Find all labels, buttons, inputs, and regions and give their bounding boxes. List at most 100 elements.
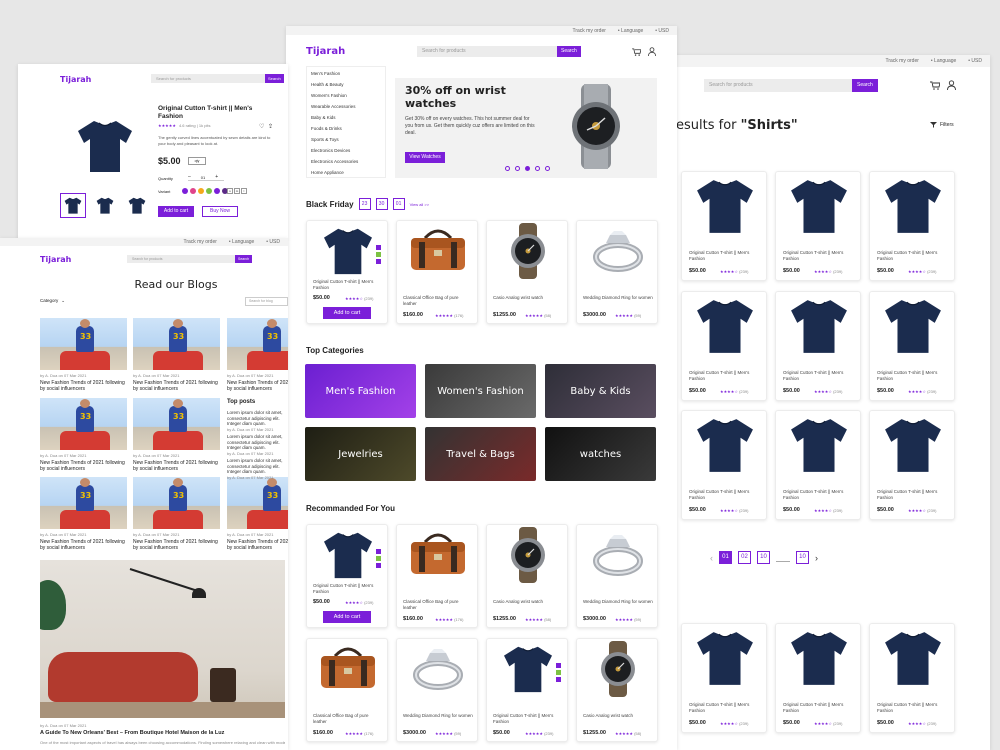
result-card[interactable]: Original Cutton T-shirt || Men's Fashion… [869, 623, 955, 733]
product-card[interactable]: Classical Office Bag of pure leather $160… [396, 524, 478, 628]
result-card[interactable]: Original Cutton T-shirt || Men's Fashion… [681, 171, 767, 281]
search-input[interactable]: Search for products [417, 46, 557, 57]
pd-price-select[interactable]: qty [188, 157, 206, 165]
language-select[interactable]: • Language [229, 239, 254, 245]
product-card[interactable]: Wedding Diamond Ring for women $3000.00 ★★… [576, 524, 658, 628]
blog-title-link[interactable]: New Fashion Trends of 2021 following by … [133, 539, 220, 551]
product-card[interactable]: Original Cutton T-shirt || Men's Fashion… [486, 638, 568, 742]
sidebar-item[interactable]: Electronics Devices [311, 148, 350, 153]
track-order-link[interactable]: Track my order [183, 239, 216, 245]
blog-card[interactable]: 33 by A. Dua on 07 Mar 2021 New Fashion Tr… [227, 477, 288, 551]
blog-title-link[interactable]: New Fashion Trends of 2021 following by … [133, 460, 220, 472]
thumbnail-active[interactable] [60, 193, 86, 218]
product-card[interactable]: Original Cutton T-shirt || Men's Fashion… [306, 220, 388, 324]
sidebar-item[interactable]: Men's Fashion [311, 71, 340, 76]
product-card[interactable]: Wedding Diamond Ring for women $3000.00 ★★… [576, 220, 658, 324]
page-1[interactable]: 01 [719, 551, 732, 564]
top-post-item[interactable]: Lorem ipsum dolor sit amet, consectetur … [227, 434, 287, 456]
color-swatch[interactable] [376, 259, 381, 264]
currency-select[interactable]: • USD [655, 28, 669, 34]
sidebar-item[interactable]: Wearable Accessories [311, 104, 355, 109]
filters-button[interactable]: Filters [930, 122, 954, 128]
view-all-link[interactable]: View all >> [410, 202, 430, 207]
user-icon[interactable] [648, 47, 656, 56]
track-order-link[interactable]: Track my order [885, 58, 918, 64]
language-select[interactable]: • Language [931, 58, 956, 64]
sidebar-item[interactable]: Health & Beauty [311, 82, 344, 87]
quantity-plus-button[interactable]: + [215, 174, 218, 180]
search-input[interactable]: Search for products [704, 79, 852, 92]
result-card[interactable]: Original Cutton T-shirt || Men's Fashion… [681, 291, 767, 401]
color-swatch[interactable] [556, 663, 561, 668]
result-card[interactable]: Original Cutton T-shirt || Men's Fashion… [681, 623, 767, 733]
sidebar-item[interactable]: Electronics Accessories [311, 159, 358, 164]
sidebar-item[interactable]: Foods & Drinks [311, 126, 342, 131]
cart-icon[interactable] [632, 48, 641, 56]
currency-select[interactable]: • USD [266, 239, 280, 245]
carousel-dot[interactable] [505, 166, 510, 171]
view-watches-button[interactable]: View Watches [405, 152, 445, 163]
variant-swatch[interactable] [206, 188, 212, 194]
carousel-dot[interactable] [535, 166, 540, 171]
search-button[interactable]: Search [265, 74, 284, 83]
sidebar-item[interactable]: Women's Fashion [311, 93, 347, 98]
blog-title-link[interactable]: New Fashion Trends of 2021 following by … [40, 380, 127, 392]
featured-title[interactable]: A Guide To New Orleans' Best – From Bout… [40, 730, 224, 736]
result-card[interactable]: Original Cutton T-shirt || Men's Fashion… [775, 171, 861, 281]
blog-card[interactable]: 33 by A. Dua on 07 Mar 2021 New Fashion Tr… [133, 477, 220, 551]
variant-swatch[interactable] [214, 188, 220, 194]
logo[interactable]: Tijarah [306, 46, 345, 57]
blog-title-link[interactable]: New Fashion Trends of 2021 following by … [227, 539, 288, 551]
add-to-cart-button[interactable]: Add to cart [323, 307, 371, 319]
currency-select[interactable]: • USD [968, 58, 982, 64]
variant-swatch[interactable] [198, 188, 204, 194]
result-card[interactable]: Original Cutton T-shirt || Men's Fashion… [869, 171, 955, 281]
top-post-item[interactable]: Lorem ipsum dolor sit amet, consectetur … [227, 458, 287, 480]
track-order-link[interactable]: Track my order [572, 28, 605, 34]
search-button[interactable]: Search [557, 46, 581, 57]
sidebar-item[interactable]: Home Appliance [311, 170, 344, 175]
search-button[interactable]: Search [235, 255, 253, 263]
product-card[interactable]: Wedding Diamond Ring for women $3000.00 ★★… [396, 638, 478, 742]
product-card[interactable]: Classical Office Bag of pure leather $160… [306, 638, 388, 742]
result-card[interactable]: Original Cutton T-shirt || Men's Fashion… [775, 623, 861, 733]
next-page-icon[interactable]: › [815, 553, 818, 563]
blog-title-link[interactable]: New Fashion Trends of 2021 following by … [133, 380, 220, 392]
blog-card[interactable]: 33 by A. Dua on 07 Mar 2021 New Fashion Tr… [133, 318, 220, 392]
page-2[interactable]: 02 [738, 551, 751, 564]
logo[interactable]: Tijarah [40, 255, 71, 264]
prev-page-icon[interactable]: ‹ [710, 553, 713, 563]
product-card[interactable]: Casio Analog wrist watch $1255.00 ★★★★★ (5… [576, 638, 658, 742]
color-swatch[interactable] [556, 677, 561, 682]
blog-card[interactable]: 33 by A. Dua on 07 Mar 2021 New Fashion Tr… [227, 318, 288, 392]
color-swatch[interactable] [556, 670, 561, 675]
page-last[interactable]: 10 [796, 551, 809, 564]
size-option[interactable]: s [227, 188, 233, 194]
share-icon[interactable]: ⇪ [268, 123, 273, 130]
thumbnail[interactable] [124, 193, 150, 218]
category-tile-mens-fashion[interactable]: Men's Fashion [305, 364, 416, 418]
sidebar-item[interactable]: Sports & Toys [311, 137, 339, 142]
quantity-minus-button[interactable]: – [188, 174, 191, 180]
product-card[interactable]: Casio Analog wrist watch $1255.00 ★★★★★ (5… [486, 220, 568, 324]
blog-card[interactable]: 33 by A. Dua on 07 Mar 2021 New Fashion Tr… [40, 318, 127, 392]
blog-card[interactable]: 33 by A. Dua on 07 Mar 2021 New Fashion Tr… [40, 477, 127, 551]
category-tile-baby-kids[interactable]: Baby & Kids [545, 364, 656, 418]
carousel-dot[interactable] [515, 166, 520, 171]
carousel-dot[interactable] [545, 166, 550, 171]
add-to-cart-button[interactable]: Add to cart [323, 611, 371, 623]
page-3[interactable]: 10 [757, 551, 770, 564]
result-card[interactable]: Original Cutton T-shirt || Men's Fashion… [681, 410, 767, 520]
category-tile-jewelries[interactable]: Jewelries [305, 427, 416, 481]
result-card[interactable]: Original Cutton T-shirt || Men's Fashion… [775, 291, 861, 401]
logo[interactable]: Tijarah [60, 75, 91, 84]
category-tile-womens-fashion[interactable]: Women's Fashion [425, 364, 536, 418]
search-input[interactable]: Search for products [151, 74, 265, 83]
result-card[interactable]: Original Cutton T-shirt || Men's Fashion… [775, 410, 861, 520]
product-card[interactable]: Original Cutton T-shirt || Men's Fashion… [306, 524, 388, 628]
category-tile-travel-bags[interactable]: Travel & Bags [425, 427, 536, 481]
variant-swatch[interactable] [190, 188, 196, 194]
search-input[interactable]: Search for products [127, 255, 235, 263]
blog-title-link[interactable]: New Fashion Trends of 2021 following by … [40, 539, 127, 551]
category-tile-watches[interactable]: watches [545, 427, 656, 481]
